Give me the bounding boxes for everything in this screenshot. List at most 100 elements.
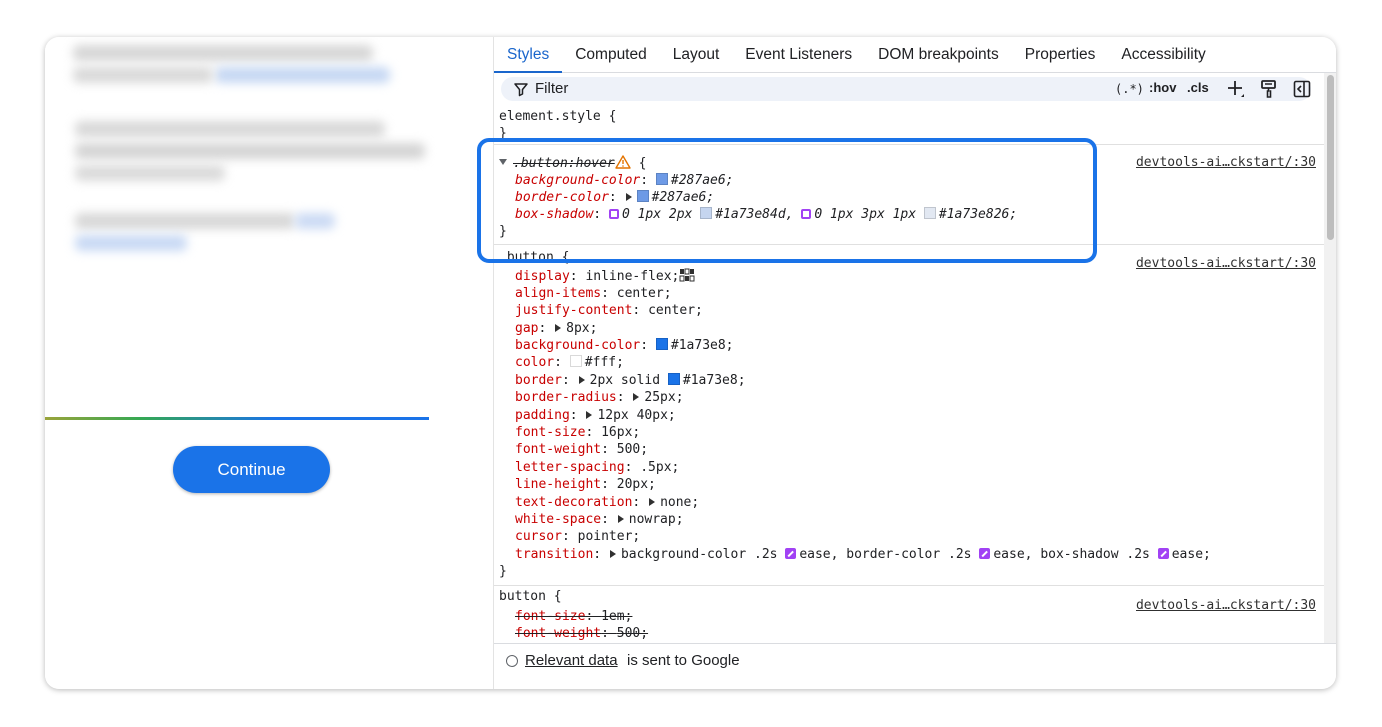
css-value[interactable]: 20px; — [617, 477, 656, 492]
button-rule-close: } — [499, 563, 507, 580]
prop-line: padding: 12px 40px; — [515, 408, 676, 423]
expand-triangle-icon[interactable] — [609, 550, 616, 558]
filter-bar[interactable]: Filter (.*) :hov .cls — [501, 77, 1311, 101]
css-value[interactable]: #fff; — [585, 355, 624, 370]
blurred-text-3 — [75, 143, 425, 159]
css-property[interactable]: font-size — [515, 425, 585, 440]
css-property[interactable]: justify-content — [515, 303, 632, 318]
css-property[interactable]: cursor — [515, 529, 562, 544]
tab-layout[interactable]: Layout — [660, 37, 733, 72]
new-rule-icon[interactable] — [1226, 79, 1246, 99]
css-property[interactable]: display — [515, 269, 570, 284]
button-el-rule-header: button { — [499, 588, 562, 605]
css-value[interactable]: center; — [617, 286, 672, 301]
css-value[interactable]: 8px; — [566, 321, 597, 336]
tab-event-listeners[interactable]: Event Listeners — [732, 37, 865, 72]
css-property[interactable]: text-decoration — [515, 495, 632, 510]
css-property[interactable]: gap — [515, 321, 538, 336]
relevant-data-link[interactable]: Relevant data — [525, 652, 618, 669]
css-value[interactable]: pointer; — [578, 529, 641, 544]
css-value[interactable]: #1a73e8; — [671, 338, 734, 353]
blurred-link-3 — [75, 235, 187, 251]
source-link-button-el[interactable]: devtools-ai…ckstart/:30 — [1136, 598, 1316, 613]
privacy-notice: Relevant data is sent to Google — [494, 643, 1336, 676]
css-value[interactable]: #1a73e8; — [683, 373, 746, 388]
regex-toggle[interactable]: (.*) — [1115, 82, 1144, 96]
css-value[interactable]: 500; — [617, 442, 648, 457]
flexbox-editor-icon[interactable] — [679, 268, 695, 282]
prop-line: border: 2px solid #1a73e8; — [515, 373, 746, 388]
window-frame: Continue Styles Computed Layout Event Li… — [45, 37, 1336, 689]
css-value[interactable]: center; — [648, 303, 703, 318]
css-property[interactable]: padding — [515, 408, 570, 423]
easing-editor-icon[interactable] — [785, 548, 797, 559]
button-el-selector: button — [499, 589, 546, 604]
css-property[interactable]: transition — [515, 547, 593, 562]
css-property[interactable]: background-color — [515, 338, 640, 353]
tab-dom-breakpoints[interactable]: DOM breakpoints — [865, 37, 1012, 72]
css-property[interactable]: line-height — [515, 477, 601, 492]
expand-triangle-icon[interactable] — [555, 324, 562, 332]
css-property[interactable]: font-weight — [515, 442, 601, 457]
easing-editor-icon[interactable] — [1157, 548, 1169, 559]
blurred-link-2 — [295, 213, 335, 229]
prop-line-overridden: font-weight: 500; — [515, 626, 649, 640]
scrollbar-thumb[interactable] — [1327, 75, 1334, 240]
css-value[interactable]: 16px; — [601, 425, 640, 440]
css-value[interactable]: none; — [660, 495, 699, 510]
tab-properties[interactable]: Properties — [1012, 37, 1109, 72]
css-property[interactable]: color — [515, 355, 554, 370]
filter-input[interactable]: Filter — [535, 80, 568, 97]
css-value[interactable]: ease; — [1172, 547, 1211, 562]
css-value[interactable]: ease, — [799, 547, 838, 562]
expand-triangle-icon[interactable] — [633, 393, 640, 401]
css-value[interactable]: inline-flex; — [585, 269, 679, 284]
expand-triangle-icon[interactable] — [649, 498, 656, 506]
color-swatch[interactable] — [655, 338, 668, 350]
paint-brush-icon[interactable] — [1259, 79, 1279, 99]
css-value[interactable]: 500; — [617, 626, 648, 640]
color-swatch[interactable] — [569, 355, 582, 367]
css-value[interactable]: 1em; — [601, 609, 632, 624]
css-property[interactable]: font-weight — [515, 626, 601, 640]
source-link-button[interactable]: devtools-ai…ckstart/:30 — [1136, 256, 1316, 271]
css-value[interactable]: border-color .2s — [846, 547, 971, 562]
progress-bar — [45, 417, 429, 420]
page-preview: Continue — [45, 37, 493, 689]
css-value[interactable]: 2px solid — [590, 373, 660, 388]
continue-button[interactable]: Continue — [173, 446, 330, 493]
css-value[interactable]: box-shadow .2s — [1040, 547, 1150, 562]
expand-triangle-icon[interactable] — [617, 515, 624, 523]
easing-editor-icon[interactable] — [979, 548, 991, 559]
source-link-hover[interactable]: devtools-ai…ckstart/:30 — [1136, 155, 1316, 170]
toggle-sidebar-icon[interactable] — [1292, 79, 1312, 99]
tab-accessibility[interactable]: Accessibility — [1108, 37, 1218, 72]
css-property[interactable]: white-space — [515, 512, 601, 527]
cls-toggle[interactable]: .cls — [1187, 80, 1209, 95]
tab-computed[interactable]: Computed — [562, 37, 660, 72]
styles-scrollbar[interactable] — [1324, 73, 1336, 643]
color-swatch[interactable] — [667, 373, 680, 385]
expand-triangle-icon[interactable] — [578, 376, 585, 384]
brace-open: { — [608, 109, 617, 124]
css-property[interactable]: letter-spacing — [515, 460, 625, 475]
blurred-text-5 — [75, 213, 295, 229]
filter-icon — [514, 83, 528, 97]
css-value[interactable]: nowrap; — [629, 512, 684, 527]
hov-toggle[interactable]: :hov — [1149, 80, 1176, 95]
prop-line: text-decoration: none; — [515, 495, 700, 510]
css-value[interactable]: ease, — [993, 547, 1032, 562]
prop-line: background-color: #1a73e8; — [515, 338, 734, 353]
tab-styles[interactable]: Styles — [494, 37, 563, 73]
css-property[interactable]: align-items — [515, 286, 601, 301]
element-style-rule: element.style { — [499, 108, 616, 125]
expand-triangle-icon[interactable] — [586, 411, 593, 419]
css-value[interactable]: 12px 40px; — [597, 408, 675, 423]
css-property[interactable]: border-radius — [515, 390, 617, 405]
css-value[interactable]: 25px; — [644, 390, 683, 405]
css-value[interactable]: .5px; — [640, 460, 679, 475]
css-property[interactable]: border — [515, 373, 562, 388]
css-property[interactable]: font-size — [515, 609, 585, 624]
css-value[interactable]: background-color .2s — [621, 547, 778, 562]
radio-icon[interactable] — [506, 655, 518, 667]
